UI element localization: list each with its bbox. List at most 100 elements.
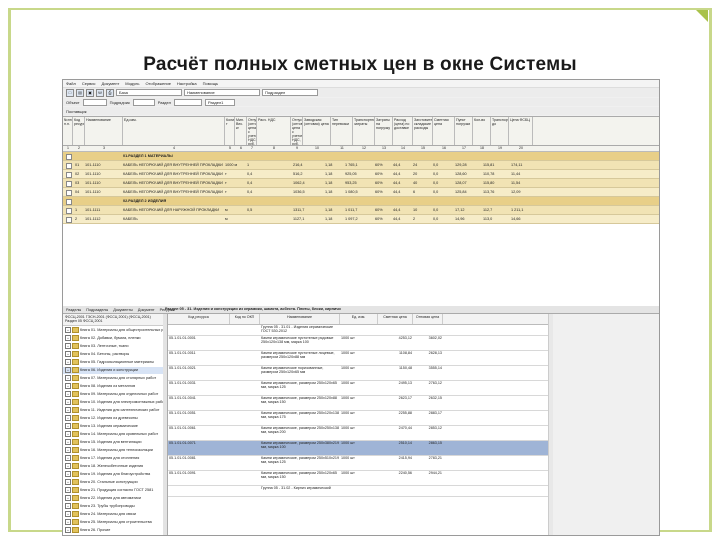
- expand-icon[interactable]: +: [65, 391, 71, 397]
- expand-icon[interactable]: +: [65, 463, 71, 469]
- base-field[interactable]: База: [116, 89, 182, 96]
- resource-row[interactable]: Группа 05 - 31.02 - Кирпич керамический: [168, 486, 548, 497]
- row-checkbox[interactable]: [66, 190, 72, 196]
- row-checkbox[interactable]: [66, 172, 72, 178]
- expand-icon[interactable]: +: [65, 359, 71, 365]
- table-row[interactable]: 02.РАЗДЕЛ 2 ИЗДЕЛИЯ: [63, 197, 659, 206]
- contractor-field[interactable]: [132, 98, 155, 106]
- resource-row[interactable]: 05.1.01.01-0091 Камни керамические, разме…: [168, 471, 548, 486]
- tree-item[interactable]: + Книга 10. Изделия для электромонтажных …: [63, 399, 167, 406]
- table-row[interactable]: 04 101-1110 КАБЕЛЬ НЕГОРЮЧИЙ ДЛЯ ВНУТРЕННЕ…: [63, 188, 659, 197]
- expand-icon[interactable]: +: [65, 383, 71, 389]
- tree-item[interactable]: + Книга 21. Продукция согласно ГОСТ 2581: [63, 487, 167, 494]
- tree-item[interactable]: + Книга 05. Гидроизоляционные материалы: [63, 359, 167, 366]
- menu-item[interactable]: Файл: [66, 81, 76, 86]
- tree-item[interactable]: + Книга 01. Материалы для общестроительны…: [63, 327, 167, 334]
- expand-icon[interactable]: +: [65, 415, 71, 421]
- tree-item[interactable]: + Книга 26. Прочие: [63, 527, 167, 534]
- resource-row[interactable]: 05.1.01.01-0021 Камни керамические поризо…: [168, 366, 548, 381]
- word-icon[interactable]: W: [96, 88, 104, 97]
- expand-icon[interactable]: +: [65, 335, 71, 341]
- tree-item[interactable]: + Книга 14. Материалы для кровельных рабо…: [63, 431, 167, 438]
- print-icon[interactable]: ⎙: [106, 88, 114, 97]
- resource-row[interactable]: 05.1.01.01-0001 Камни керамические пустот…: [168, 336, 548, 351]
- tree-item[interactable]: + Книга 17. Изделия для отопления: [63, 455, 167, 462]
- section-value-field[interactable]: Раздел1: [204, 98, 235, 106]
- expand-icon[interactable]: +: [65, 351, 71, 357]
- tree-item[interactable]: + Книга 04. Бетоны, растворы: [63, 351, 167, 358]
- resource-row[interactable]: 05.1.01.01-0061 Камни керамические, разме…: [168, 426, 548, 441]
- section-field[interactable]: [173, 98, 202, 106]
- expand-icon[interactable]: +: [65, 487, 71, 493]
- table-row[interactable]: 1 101-1111 КАБЕЛЬ НЕГОРЮЧИЙ ДЛЯ НАРУЖНОЙ П…: [63, 206, 659, 215]
- tree-item[interactable]: + Книга 19. Изделия для благоустройства: [63, 471, 167, 478]
- resource-row[interactable]: 05.1.01.01-0031 Камни керамические, разме…: [168, 381, 548, 396]
- tab-3[interactable]: Документ: [138, 308, 155, 312]
- tab-0[interactable]: Разделы: [66, 308, 81, 312]
- expand-icon[interactable]: +: [65, 327, 71, 333]
- table-row[interactable]: 01 101-1110 КАБЕЛЬ НЕГОРЮЧИЙ ДЛЯ ВНУТРЕННЕ…: [63, 161, 659, 170]
- expand-icon[interactable]: +: [65, 375, 71, 381]
- menu-item[interactable]: Отображение: [145, 81, 170, 86]
- tree-scrollbar[interactable]: [163, 314, 167, 535]
- expand-icon[interactable]: +: [65, 367, 71, 373]
- menu-item[interactable]: Настройка: [177, 81, 197, 86]
- expand-icon[interactable]: +: [65, 431, 71, 437]
- tree-item[interactable]: + Книга 11. Изделия для сантехнических ра…: [63, 407, 167, 414]
- resource-row[interactable]: 05.1.01.01-0011 Камни керамические пустот…: [168, 351, 548, 366]
- row-checkbox[interactable]: [66, 208, 72, 214]
- tree-item[interactable]: + Книга 07. Материалы для столярных работ: [63, 375, 167, 382]
- expand-icon[interactable]: +: [65, 527, 71, 533]
- table-row[interactable]: 2 101-1112 КАБЕЛЬ м 1127,1 1,18 1 097,2 60% 44,4…: [63, 215, 659, 224]
- menu-item[interactable]: Помощь: [203, 81, 218, 86]
- expand-icon[interactable]: +: [65, 495, 71, 501]
- tree-item[interactable]: + Книга 06. Изделия и конструкции: [63, 367, 167, 374]
- expand-icon[interactable]: +: [65, 479, 71, 485]
- tree-item[interactable]: + Книга 09. Материалы для отделочных рабо…: [63, 391, 167, 398]
- expand-icon[interactable]: +: [65, 423, 71, 429]
- resource-row[interactable]: 05.1.01.01-0081 Камни керамические, разме…: [168, 456, 548, 471]
- expand-icon[interactable]: +: [65, 439, 71, 445]
- menu-item[interactable]: Модуль: [125, 81, 139, 86]
- tab-2[interactable]: Документы: [113, 308, 133, 312]
- row-checkbox[interactable]: [66, 154, 72, 160]
- tree-item[interactable]: + Книга 02. Добавки, бумага, пленки: [63, 335, 167, 342]
- expand-icon[interactable]: +: [65, 399, 71, 405]
- expand-icon[interactable]: +: [65, 447, 71, 453]
- row-checkbox[interactable]: [66, 163, 72, 169]
- tree-item[interactable]: + Книга 22. Изделия для автоматики: [63, 495, 167, 502]
- expand-icon[interactable]: +: [65, 471, 71, 477]
- object-field[interactable]: [82, 98, 107, 106]
- resource-row[interactable]: 05.1.01.01-0051 Камни керамические, разме…: [168, 411, 548, 426]
- expand-icon[interactable]: +: [65, 343, 71, 349]
- subsection-field[interactable]: Подраздел: [262, 89, 318, 96]
- resource-row[interactable]: 05.1.01.01-0071 Камни керамические, разме…: [168, 441, 548, 456]
- expand-icon[interactable]: +: [65, 503, 71, 509]
- menu-item[interactable]: Документ: [102, 81, 120, 86]
- resource-row[interactable]: 05.1.01.01-0041 Камни керамические, разме…: [168, 396, 548, 411]
- tab-1[interactable]: Подразделы: [86, 308, 108, 312]
- tree-item[interactable]: + Книга 15. Изделия для вентиляции: [63, 439, 167, 446]
- save-icon[interactable]: ▣: [86, 88, 94, 97]
- resource-row[interactable]: Группа 05 - 31.01 - Изделия керамические…: [168, 325, 548, 336]
- expand-icon[interactable]: +: [65, 407, 71, 413]
- tree-item[interactable]: + Книга 20. Стальные конструкции: [63, 479, 167, 486]
- tree-item[interactable]: + Книга 13. Изделия керамические: [63, 423, 167, 430]
- row-checkbox[interactable]: [66, 217, 72, 223]
- expand-icon[interactable]: +: [65, 511, 71, 517]
- expand-icon[interactable]: +: [65, 519, 71, 525]
- row-checkbox[interactable]: [66, 181, 72, 187]
- tree-item[interactable]: + Книга 18. Железобетонные изделия: [63, 463, 167, 470]
- tree-item[interactable]: + Книга 03. Ленточные, ткани: [63, 343, 167, 350]
- row-checkbox[interactable]: [66, 199, 72, 205]
- tree-item[interactable]: + Книга 08. Изделия из металлов: [63, 383, 167, 390]
- table-row[interactable]: 02 101-1110 КАБЕЛЬ НЕГОРЮЧИЙ ДЛЯ ВНУТРЕННЕ…: [63, 170, 659, 179]
- new-icon[interactable]: □: [66, 88, 74, 97]
- tree-item[interactable]: + Книга 16. Материалы для теплоизоляции: [63, 447, 167, 454]
- tree-item[interactable]: + Книга 25. Материалы для строительства: [63, 519, 167, 526]
- open-icon[interactable]: ▤: [76, 88, 84, 97]
- tree-item[interactable]: + Книга 12. Изделия из древесины: [63, 415, 167, 422]
- table-row[interactable]: 03 101-1110 КАБЕЛЬ НЕГОРЮЧИЙ ДЛЯ ВНУТРЕННЕ…: [63, 179, 659, 188]
- table-row[interactable]: 01.РАЗДЕЛ 1 МАТЕРИАЛЫ: [63, 152, 659, 161]
- menu-item[interactable]: Сервис: [82, 81, 96, 86]
